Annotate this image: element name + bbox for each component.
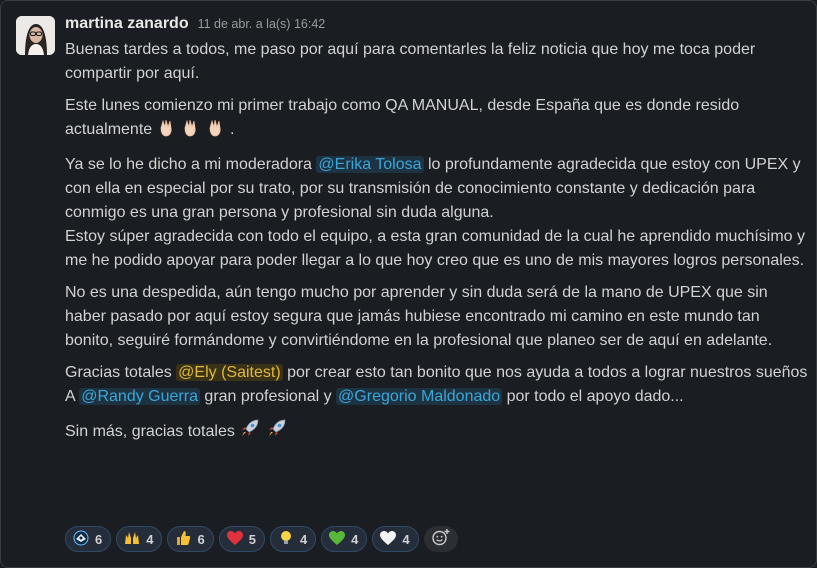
rocket-icon — [266, 417, 288, 447]
avatar[interactable] — [16, 16, 55, 55]
paragraph-6-text: Sin más, gracias totales — [65, 423, 235, 440]
message-body: Buenas tardes a todos, me paso por aquí … — [65, 38, 810, 455]
paragraph-4: No es una despedida, aún tengo mucho por… — [65, 284, 773, 349]
clapping-hands-icon — [181, 118, 201, 145]
paragraph-2: Este lunes comienzo mi primer trabajo co… — [65, 94, 810, 145]
mention-gregorio-maldonado[interactable]: @Gregorio Maldonado — [336, 388, 503, 405]
timestamp[interactable]: 11 de abr. a la(s) 16:42 — [198, 17, 326, 31]
paragraph-5-text: gran profesional y — [199, 388, 337, 405]
reaction-light-bulb[interactable]: 4 — [269, 526, 317, 552]
reaction-white-heart[interactable]: 4 — [372, 526, 419, 552]
mention-ely-saitest[interactable]: @Ely (Saitest) — [176, 364, 283, 381]
reaction-custom-team[interactable]: 6 — [65, 526, 112, 552]
paragraph-5-text: Gracias totales — [65, 364, 177, 381]
reaction-green-heart[interactable]: 4 — [321, 526, 368, 552]
raised-hands-icon — [123, 530, 141, 549]
reaction-count: 6 — [197, 531, 205, 547]
mention-randy-guerra[interactable]: @Randy Guerra — [79, 388, 200, 405]
reaction-raised-hands[interactable]: 4 — [116, 526, 163, 552]
message-header: martina zanardo 11 de abr. a la(s) 16:42 — [65, 15, 325, 37]
paragraph-5: Gracias totales @Ely (Saitest) por crear… — [65, 361, 810, 409]
paragraph-5-text: A — [65, 388, 80, 405]
white-heart-icon — [379, 530, 397, 549]
paragraph-2-end: . — [225, 121, 235, 138]
reaction-count: 4 — [299, 531, 308, 547]
paragraph-3-text: Estoy súper agradecida con todo el equip… — [65, 228, 806, 269]
paragraph-3-text: Ya se lo he dicho a mi moderadora — [65, 156, 317, 173]
custom-team-icon — [72, 530, 90, 549]
reaction-count: 6 — [95, 531, 103, 547]
rocket-icon — [239, 417, 261, 447]
light-bulb-icon — [277, 530, 295, 549]
reaction-count: 5 — [248, 531, 256, 547]
paragraph-3: Ya se lo he dicho a mi moderadora @Erika… — [65, 153, 810, 273]
reaction-count: 4 — [351, 531, 359, 547]
reaction-thumbs-up[interactable]: 6 — [167, 526, 214, 552]
add-reaction-button[interactable] — [423, 526, 458, 552]
paragraph-1: Buenas tardes a todos, me paso por aquí … — [65, 41, 756, 82]
clapping-hands-icon — [206, 118, 226, 145]
thumbs-up-icon — [174, 530, 192, 549]
clapping-hands-icon — [157, 118, 177, 145]
paragraph-6: Sin más, gracias totales — [65, 417, 810, 447]
author-name[interactable]: martina zanardo — [65, 15, 189, 33]
reaction-count: 4 — [146, 531, 154, 547]
reactions-bar: 6 4 6 5 4 4 4 — [65, 526, 458, 552]
reaction-red-heart[interactable]: 5 — [218, 526, 265, 552]
red-heart-icon — [226, 530, 244, 549]
reaction-count: 4 — [402, 531, 410, 547]
paragraph-5-text: por crear esto tan bonito que nos ayuda … — [282, 364, 808, 381]
mention-erika-tolosa[interactable]: @Erika Tolosa — [316, 156, 424, 173]
green-heart-icon — [328, 530, 346, 549]
message-container: martina zanardo 11 de abr. a la(s) 16:42… — [0, 0, 817, 568]
paragraph-5-text: por todo el apoyo dado... — [502, 388, 684, 405]
add-emoji-icon — [431, 528, 451, 551]
